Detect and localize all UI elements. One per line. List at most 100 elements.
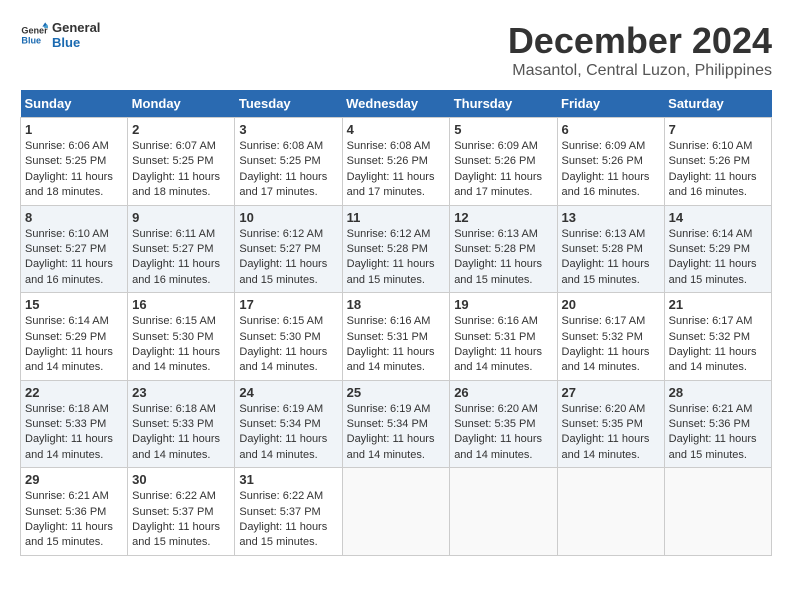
day-info: Sunrise: 6:15 AMSunset: 5:30 PMDaylight:… (132, 314, 230, 376)
calendar-cell: 1 Sunrise: 6:06 AMSunset: 5:25 PMDaylight… (21, 118, 128, 206)
week-row-4: 22 Sunrise: 6:18 AMSunset: 5:33 PMDayligh… (21, 380, 772, 468)
calendar-cell: 18Sunrise: 6:16 AMSunset: 5:31 PMDayligh… (342, 293, 450, 381)
day-number: 15 (25, 297, 123, 312)
calendar-cell: 4Sunrise: 6:08 AMSunset: 5:26 PMDaylight… (342, 118, 450, 206)
day-info: Sunrise: 6:22 AMSunset: 5:37 PMDaylight:… (132, 489, 230, 551)
calendar-cell: 11 Sunrise: 6:12 AMSunset: 5:28 PMDayligh… (342, 205, 450, 293)
day-info: Sunrise: 6:13 AMSunset: 5:28 PMDaylight:… (562, 227, 660, 289)
day-number: 6 (562, 122, 660, 137)
day-info: Sunrise: 6:13 AMSunset: 5:28 PMDaylight:… (454, 227, 552, 289)
calendar-cell: 20 Sunrise: 6:17 AMSunset: 5:32 PMDayligh… (557, 293, 664, 381)
day-number: 9 (132, 210, 230, 225)
calendar-cell: 2Sunrise: 6:07 AMSunset: 5:25 PMDaylight… (128, 118, 235, 206)
day-info: Sunrise: 6:07 AMSunset: 5:25 PMDaylight:… (132, 139, 230, 201)
calendar-cell: 5 Sunrise: 6:09 AMSunset: 5:26 PMDaylight… (450, 118, 557, 206)
title-section: December 2024 Masantol, Central Luzon, P… (508, 20, 772, 80)
header-row: SundayMondayTuesdayWednesdayThursdayFrid… (21, 90, 772, 118)
day-number: 20 (562, 297, 660, 312)
day-number: 25 (347, 385, 446, 400)
logo-icon: General Blue (20, 21, 48, 49)
calendar-cell: 13Sunrise: 6:13 AMSunset: 5:28 PMDayligh… (557, 205, 664, 293)
header-saturday: Saturday (664, 90, 771, 118)
day-info: Sunrise: 6:21 AMSunset: 5:36 PMDaylight:… (25, 489, 123, 551)
day-info: Sunrise: 6:15 AMSunset: 5:30 PMDaylight:… (239, 314, 337, 376)
calendar-cell: 26Sunrise: 6:20 AMSunset: 5:35 PMDayligh… (450, 380, 557, 468)
calendar-cell: 6 Sunrise: 6:09 AMSunset: 5:26 PMDaylight… (557, 118, 664, 206)
day-number: 11 (347, 210, 446, 225)
day-number: 3 (239, 122, 337, 137)
day-info: Sunrise: 6:21 AMSunset: 5:36 PMDaylight:… (669, 402, 767, 464)
day-number: 19 (454, 297, 552, 312)
day-number: 30 (132, 472, 230, 487)
calendar-cell: 28 Sunrise: 6:21 AMSunset: 5:36 PMDayligh… (664, 380, 771, 468)
day-number: 8 (25, 210, 123, 225)
day-info: Sunrise: 6:22 AMSunset: 5:37 PMDaylight:… (239, 489, 337, 551)
calendar-cell (664, 468, 771, 556)
day-info: Sunrise: 6:18 AMSunset: 5:33 PMDaylight:… (132, 402, 230, 464)
calendar-cell: 30 Sunrise: 6:22 AMSunset: 5:37 PMDayligh… (128, 468, 235, 556)
day-number: 21 (669, 297, 767, 312)
day-info: Sunrise: 6:06 AMSunset: 5:25 PMDaylight:… (25, 139, 123, 201)
day-info: Sunrise: 6:20 AMSunset: 5:35 PMDaylight:… (454, 402, 552, 464)
day-info: Sunrise: 6:20 AMSunset: 5:35 PMDaylight:… (562, 402, 660, 464)
day-info: Sunrise: 6:19 AMSunset: 5:34 PMDaylight:… (239, 402, 337, 464)
calendar-cell: 29 Sunrise: 6:21 AMSunset: 5:36 PMDayligh… (21, 468, 128, 556)
calendar-cell: 10 Sunrise: 6:12 AMSunset: 5:27 PMDayligh… (235, 205, 342, 293)
subtitle: Masantol, Central Luzon, Philippines (508, 62, 772, 80)
calendar-table: SundayMondayTuesdayWednesdayThursdayFrid… (20, 90, 772, 556)
day-number: 28 (669, 385, 767, 400)
header-thursday: Thursday (450, 90, 557, 118)
calendar-cell: 27 Sunrise: 6:20 AMSunset: 5:35 PMDayligh… (557, 380, 664, 468)
day-info: Sunrise: 6:11 AMSunset: 5:27 PMDaylight:… (132, 227, 230, 289)
day-number: 17 (239, 297, 337, 312)
calendar-cell: 31 Sunrise: 6:22 AMSunset: 5:37 PMDayligh… (235, 468, 342, 556)
logo-blue: Blue (52, 35, 100, 50)
day-info: Sunrise: 6:10 AMSunset: 5:26 PMDaylight:… (669, 139, 767, 201)
day-number: 31 (239, 472, 337, 487)
day-number: 23 (132, 385, 230, 400)
calendar-cell: 9 Sunrise: 6:11 AMSunset: 5:27 PMDaylight… (128, 205, 235, 293)
day-info: Sunrise: 6:09 AMSunset: 5:26 PMDaylight:… (562, 139, 660, 201)
svg-text:General: General (21, 26, 48, 36)
day-info: Sunrise: 6:12 AMSunset: 5:28 PMDaylight:… (347, 227, 446, 289)
day-number: 10 (239, 210, 337, 225)
calendar-cell: 14Sunrise: 6:14 AMSunset: 5:29 PMDayligh… (664, 205, 771, 293)
week-row-5: 29 Sunrise: 6:21 AMSunset: 5:36 PMDayligh… (21, 468, 772, 556)
calendar-cell: 3Sunrise: 6:08 AMSunset: 5:25 PMDaylight… (235, 118, 342, 206)
day-number: 1 (25, 122, 123, 137)
logo-general: General (52, 20, 100, 35)
day-number: 16 (132, 297, 230, 312)
day-number: 27 (562, 385, 660, 400)
day-info: Sunrise: 6:12 AMSunset: 5:27 PMDaylight:… (239, 227, 337, 289)
day-info: Sunrise: 6:16 AMSunset: 5:31 PMDaylight:… (347, 314, 446, 376)
calendar-cell: 15Sunrise: 6:14 AMSunset: 5:29 PMDayligh… (21, 293, 128, 381)
day-info: Sunrise: 6:10 AMSunset: 5:27 PMDaylight:… (25, 227, 123, 289)
day-number: 5 (454, 122, 552, 137)
calendar-cell: 8 Sunrise: 6:10 AMSunset: 5:27 PMDaylight… (21, 205, 128, 293)
day-number: 29 (25, 472, 123, 487)
calendar-cell: 12 Sunrise: 6:13 AMSunset: 5:28 PMDayligh… (450, 205, 557, 293)
calendar-cell (450, 468, 557, 556)
day-info: Sunrise: 6:17 AMSunset: 5:32 PMDaylight:… (562, 314, 660, 376)
calendar-cell: 25 Sunrise: 6:19 AMSunset: 5:34 PMDayligh… (342, 380, 450, 468)
calendar-cell: 17 Sunrise: 6:15 AMSunset: 5:30 PMDayligh… (235, 293, 342, 381)
svg-text:Blue: Blue (21, 35, 41, 45)
calendar-cell: 19 Sunrise: 6:16 AMSunset: 5:31 PMDayligh… (450, 293, 557, 381)
day-info: Sunrise: 6:16 AMSunset: 5:31 PMDaylight:… (454, 314, 552, 376)
calendar-cell: 22 Sunrise: 6:18 AMSunset: 5:33 PMDayligh… (21, 380, 128, 468)
day-info: Sunrise: 6:18 AMSunset: 5:33 PMDaylight:… (25, 402, 123, 464)
day-number: 24 (239, 385, 337, 400)
week-row-2: 8 Sunrise: 6:10 AMSunset: 5:27 PMDaylight… (21, 205, 772, 293)
calendar-cell (342, 468, 450, 556)
day-info: Sunrise: 6:19 AMSunset: 5:34 PMDaylight:… (347, 402, 446, 464)
day-info: Sunrise: 6:09 AMSunset: 5:26 PMDaylight:… (454, 139, 552, 201)
calendar-cell: 24 Sunrise: 6:19 AMSunset: 5:34 PMDayligh… (235, 380, 342, 468)
header-monday: Monday (128, 90, 235, 118)
header: General Blue General Blue December 2024 … (20, 20, 772, 80)
day-number: 4 (347, 122, 446, 137)
calendar-cell: 7Sunrise: 6:10 AMSunset: 5:26 PMDaylight… (664, 118, 771, 206)
day-number: 12 (454, 210, 552, 225)
main-title: December 2024 (508, 20, 772, 62)
week-row-3: 15Sunrise: 6:14 AMSunset: 5:29 PMDayligh… (21, 293, 772, 381)
day-number: 22 (25, 385, 123, 400)
